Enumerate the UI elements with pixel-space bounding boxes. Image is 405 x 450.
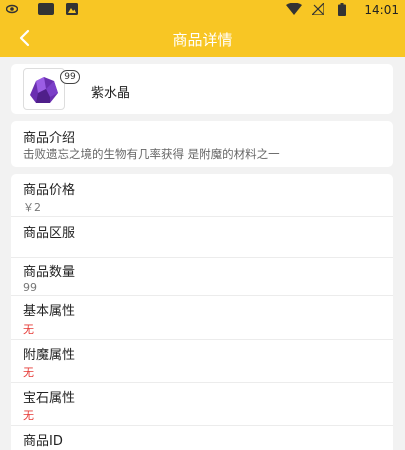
status-time: 14:01 — [364, 3, 399, 17]
battery-icon — [338, 3, 346, 16]
wifi-icon — [286, 3, 302, 15]
item-id-label: 商品ID — [23, 434, 63, 449]
server-label: 商品区服 — [23, 226, 76, 241]
image-icon — [66, 3, 78, 15]
item-card: 99 紫水晶 — [11, 64, 393, 114]
enchant-attr-label: 附魔属性 — [23, 348, 76, 363]
detail-row-item-id: 商品ID — [11, 426, 393, 450]
item-image — [23, 68, 65, 110]
quantity-value: 99 — [23, 281, 37, 294]
enchant-attr-value: 无 — [23, 366, 34, 379]
details-card: 商品价格 ￥2 商品区服 商品数量 99 基本属性 无 附魔属性 无 宝石属性 … — [11, 174, 393, 450]
base-attr-value: 无 — [23, 323, 34, 336]
detail-row-server: 商品区服 — [11, 217, 393, 257]
status-bar: 14:01 — [0, 0, 405, 20]
intro-card: 商品介绍 击败遗忘之境的生物有几率获得 是附魔的材料之一 — [11, 121, 393, 167]
gem-attr-value: 无 — [23, 409, 34, 422]
intro-text: 击败遗忘之境的生物有几率获得 是附魔的材料之一 — [23, 147, 280, 161]
price-value: ￥2 — [23, 201, 41, 214]
gem-attr-label: 宝石属性 — [23, 391, 76, 406]
item-name: 紫水晶 — [91, 86, 131, 101]
intro-label: 商品介绍 — [23, 131, 76, 146]
page-title: 商品详情 — [172, 31, 233, 49]
detail-row-gem-attr: 宝石属性 无 — [11, 383, 393, 425]
detail-row-quantity: 商品数量 99 — [11, 258, 393, 296]
item-count-badge: 99 — [60, 70, 80, 84]
detail-row-enchant-attr: 附魔属性 无 — [11, 340, 393, 382]
app-bar: 商品详情 — [0, 20, 405, 57]
amethyst-icon — [30, 77, 58, 103]
base-attr-label: 基本属性 — [23, 304, 76, 319]
notification-icon — [38, 3, 54, 15]
signal-icon — [312, 3, 324, 15]
eye-icon — [6, 4, 18, 14]
quantity-label: 商品数量 — [23, 265, 76, 280]
price-label: 商品价格 — [23, 183, 76, 198]
detail-row-price: 商品价格 ￥2 — [11, 174, 393, 216]
detail-row-base-attr: 基本属性 无 — [11, 296, 393, 339]
